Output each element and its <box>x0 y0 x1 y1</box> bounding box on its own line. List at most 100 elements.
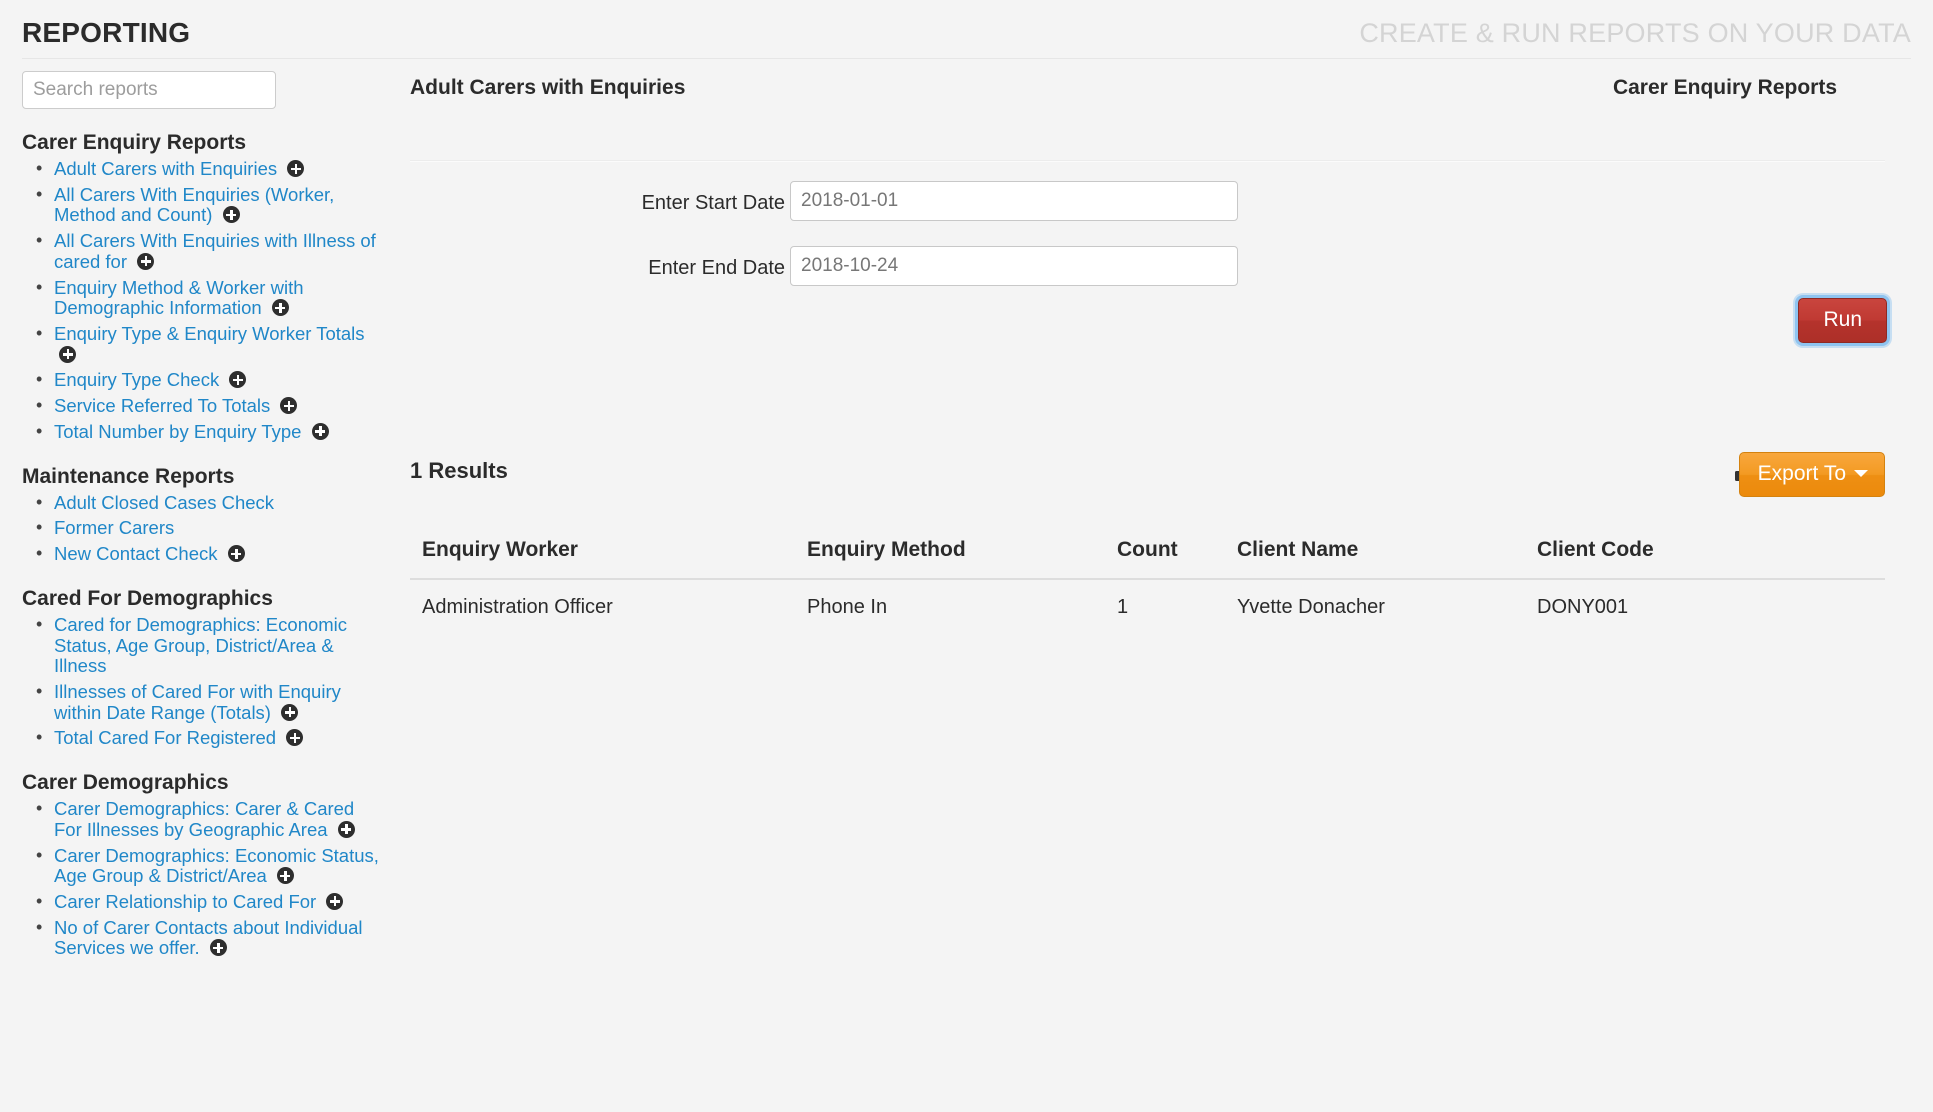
page-title: Adult Carers with Enquiries <box>410 76 686 99</box>
plus-circle-icon[interactable] <box>280 397 298 415</box>
list-item: Carer Demographics: Economic Status, Age… <box>22 845 380 887</box>
results-table-head: Enquiry Worker Enquiry Method Count Clie… <box>410 528 1885 580</box>
list-item: Former Carers <box>22 517 380 539</box>
sidebar-report-groups: Carer Enquiry Reports Adult Carers with E… <box>22 131 380 959</box>
list-item: Enquiry Method & Worker with Demographic… <box>22 277 380 319</box>
results-table-body: Administration Officer Phone In 1 Yvette Do… <box>410 579 1885 635</box>
start-date-row: Enter Start Date <box>400 176 1933 241</box>
plus-circle-icon[interactable] <box>222 206 240 224</box>
top-header: REPORTING CREATE & RUN REPORTS ON YOUR D… <box>0 0 1933 66</box>
chevron-down-icon <box>1854 470 1868 477</box>
start-date-label: Enter Start Date <box>641 192 785 214</box>
list-item: Adult Closed Cases Check <box>22 492 380 514</box>
sidebar: Carer Enquiry Reports Adult Carers with E… <box>0 66 400 1112</box>
end-date-row: Enter End Date <box>400 241 1933 306</box>
cell-client-name: Yvette Donacher <box>1237 596 1385 618</box>
plus-circle-icon[interactable] <box>281 703 299 721</box>
sidebar-report-link[interactable]: Former Carers <box>54 517 174 538</box>
list-item: Cared for Demographics: Economic Status,… <box>22 614 380 677</box>
search-input[interactable] <box>22 71 276 109</box>
plus-circle-icon[interactable] <box>227 545 245 563</box>
sidebar-report-list: Cared for Demographics: Economic Status,… <box>22 614 380 749</box>
sidebar-report-link[interactable]: Carer Demographics: Economic Status, Age… <box>54 845 379 887</box>
header-divider <box>22 58 1911 59</box>
plus-circle-icon[interactable] <box>229 371 247 389</box>
list-item: Carer Demographics: Carer & Cared For Il… <box>22 798 380 840</box>
plus-circle-icon[interactable] <box>276 867 294 885</box>
sidebar-report-link[interactable]: No of Carer Contacts about Individual Se… <box>54 917 363 959</box>
table-row: Administration Officer Phone In 1 Yvette Do… <box>410 579 1885 635</box>
list-item: Enquiry Type Check <box>22 369 380 391</box>
sidebar-report-link[interactable]: Enquiry Type Check <box>54 369 219 391</box>
list-item: Carer Relationship to Cared For <box>22 891 380 913</box>
reporting-page: REPORTING CREATE & RUN REPORTS ON YOUR D… <box>0 0 1933 1112</box>
list-item: Service Referred To Totals <box>22 395 380 417</box>
start-date-input[interactable] <box>790 181 1238 221</box>
plus-circle-icon[interactable] <box>209 939 227 957</box>
cell-enquiry-method: Phone In <box>807 596 888 618</box>
list-item: Illnesses of Cared For with Enquiry with… <box>22 681 380 723</box>
list-item: All Carers With Enquiries with Illness o… <box>22 230 380 272</box>
sidebar-group-title: Carer Enquiry Reports <box>22 131 247 154</box>
list-item: New Contact Check <box>22 543 380 565</box>
end-date-label: Enter End Date <box>648 257 785 279</box>
column-header-count[interactable]: Count <box>1105 528 1225 580</box>
sidebar-report-list: Carer Demographics: Carer & Cared For Il… <box>22 798 380 959</box>
sidebar-report-link[interactable]: Carer Relationship to Cared For <box>54 891 316 912</box>
run-button-container: Run <box>1798 298 1887 343</box>
list-item: No of Carer Contacts about Individual Se… <box>22 917 380 959</box>
results-toolbar: 1 Results Export To <box>400 452 1933 514</box>
sidebar-report-link[interactable]: Carer Demographics: Carer & Cared For Il… <box>54 798 354 840</box>
end-date-input[interactable] <box>790 246 1238 286</box>
plus-circle-icon[interactable] <box>271 299 289 317</box>
sidebar-report-link[interactable]: Total Number by Enquiry Type <box>54 421 301 442</box>
plus-circle-icon[interactable] <box>311 422 329 440</box>
sidebar-group-title: Maintenance Reports <box>22 464 235 488</box>
column-header-enquiry-worker[interactable]: Enquiry Worker <box>410 528 795 580</box>
sidebar-report-link[interactable]: Service Referred To Totals <box>54 395 270 416</box>
sidebar-report-link[interactable]: Illnesses of Cared For with Enquiry with… <box>54 681 341 723</box>
list-item: Total Number by Enquiry Type <box>22 421 380 443</box>
sidebar-group-title: Carer Demographics <box>22 771 229 795</box>
plus-circle-icon[interactable] <box>137 252 155 270</box>
sidebar-report-list: Adult Carers with Enquiries All Carers W… <box>22 158 380 443</box>
results-count: 1 Results <box>410 458 508 483</box>
cell-enquiry-worker: Administration Officer <box>422 596 613 618</box>
report-header-divider <box>410 160 1885 162</box>
column-header-enquiry-method[interactable]: Enquiry Method <box>795 528 1105 580</box>
sidebar-report-list: Adult Closed Cases Check Former Carers New… <box>22 492 380 565</box>
list-item: All Carers With Enquiries (Worker, Metho… <box>22 184 380 226</box>
list-item: Adult Carers with Enquiries <box>22 158 380 180</box>
sidebar-group-title: Cared For Demographics <box>22 586 273 610</box>
column-header-client-code[interactable]: Client Code <box>1525 528 1885 580</box>
table-header-row: Enquiry Worker Enquiry Method Count Clie… <box>410 528 1885 580</box>
report-header: Adult Carers with Enquiries Carer Enquir… <box>400 66 1885 126</box>
run-button[interactable]: Run <box>1798 298 1887 343</box>
cell-count: 1 <box>1117 596 1129 618</box>
column-header-client-name[interactable]: Client Name <box>1225 528 1525 580</box>
plus-circle-icon[interactable] <box>286 729 304 747</box>
cell-client-code: DONY001 <box>1537 596 1629 618</box>
sidebar-report-link[interactable]: Enquiry Method & Worker with Demographic… <box>54 277 304 319</box>
plus-circle-icon[interactable] <box>326 892 344 910</box>
report-category-label: Carer Enquiry Reports <box>1612 76 1837 99</box>
app-title: REPORTING <box>22 17 191 48</box>
plus-circle-icon[interactable] <box>337 820 355 838</box>
list-item: Total Cared For Registered <box>22 727 380 749</box>
sidebar-report-link[interactable]: All Carers With Enquiries with Illness o… <box>54 230 376 272</box>
sidebar-report-link[interactable]: New Contact Check <box>54 543 217 564</box>
plus-circle-icon[interactable] <box>59 345 76 363</box>
results-table: Enquiry Worker Enquiry Method Count Clie… <box>410 528 1885 635</box>
sidebar-report-link[interactable]: Cared for Demographics: Economic Status,… <box>54 614 347 676</box>
sidebar-report-link[interactable]: Adult Carers with Enquiries <box>54 158 277 179</box>
report-parameters-form: Enter Start Date Enter End Date <box>400 176 1933 306</box>
list-item: Enquiry Type & Enquiry Worker Totals <box>22 323 380 365</box>
sidebar-report-link[interactable]: Adult Closed Cases Check <box>54 492 274 513</box>
sidebar-report-link[interactable]: Total Cared For Registered <box>54 727 276 749</box>
export-to-button[interactable]: Export To <box>1738 452 1885 497</box>
export-to-label: Export To <box>1757 462 1846 485</box>
sidebar-report-link[interactable]: Enquiry Type & Enquiry Worker Totals <box>54 323 365 344</box>
plus-circle-icon[interactable] <box>287 160 305 177</box>
app-tagline: CREATE & RUN REPORTS ON YOUR DATA <box>1359 18 1911 48</box>
sidebar-report-link[interactable]: All Carers With Enquiries (Worker, Metho… <box>54 184 334 226</box>
